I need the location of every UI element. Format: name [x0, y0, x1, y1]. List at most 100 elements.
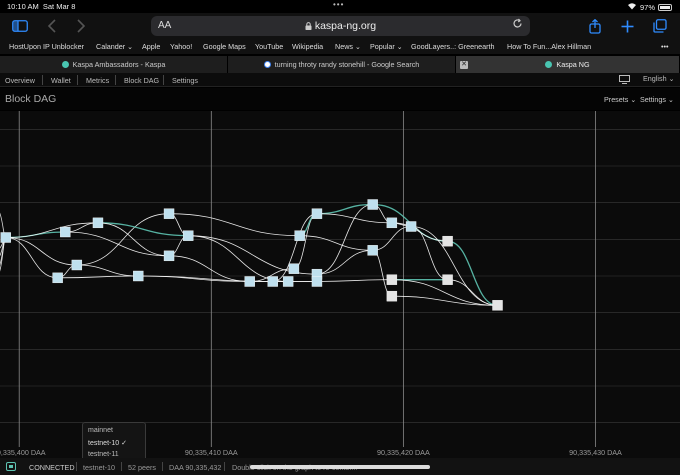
settings-menu[interactable]: Settings ⌄ [640, 95, 674, 104]
bookmarks-bar: HostUpon IP Unblocker Calander ⌄ Apple Y… [0, 39, 680, 54]
peer-count: 52 peers [128, 463, 156, 472]
network-option-testnet-11[interactable]: testnet-11 [88, 451, 119, 458]
close-tab-icon[interactable]: ✕ [460, 60, 468, 69]
dag-block[interactable] [311, 208, 323, 219]
dag-edge [76, 264, 139, 277]
nav-wallet[interactable]: Wallet [51, 76, 71, 85]
bookmarks-more-button[interactable]: ••• [661, 42, 669, 51]
dag-block[interactable] [267, 276, 278, 287]
status-right: 97% [627, 2, 672, 12]
dag-edge [316, 213, 392, 224]
dag-block[interactable] [244, 276, 255, 287]
nav-divider [115, 75, 116, 85]
footer-divider [224, 462, 225, 471]
language-select[interactable]: English ⌄ [643, 74, 675, 83]
sidebar-icon[interactable] [11, 17, 29, 35]
forward-icon[interactable] [72, 17, 90, 35]
dag-edge [65, 231, 170, 257]
dag-block[interactable] [183, 230, 194, 241]
bookmark-item[interactable]: Popular ⌄ [370, 42, 403, 51]
connection-status: CONNECTED [29, 463, 75, 472]
tab-google-search[interactable]: turning throty randy stonehill - Google … [228, 56, 456, 73]
tab-kaspa-ng[interactable]: ✕ Kaspa NG [456, 56, 680, 73]
dag-block[interactable] [163, 250, 175, 262]
nav-settings[interactable]: Settings [172, 76, 198, 85]
tab-kaspa-ambassadors[interactable]: Kaspa Ambassadors - Kaspa [0, 56, 228, 73]
dag-edge [372, 249, 393, 297]
home-indicator[interactable] [250, 465, 430, 469]
nav-divider [163, 75, 164, 85]
dag-block[interactable] [133, 270, 144, 282]
google-favicon-icon [263, 61, 271, 68]
dag-edge [299, 235, 373, 251]
dag-block[interactable] [442, 235, 453, 247]
nav-overview[interactable]: Overview [5, 76, 35, 85]
dag-block[interactable] [92, 217, 104, 229]
dag-block[interactable] [52, 272, 63, 284]
bookmark-item[interactable]: HostUpon IP Unblocker [9, 42, 84, 51]
lock-icon [305, 22, 312, 30]
nav-metrics[interactable]: Metrics [86, 76, 109, 85]
dag-block[interactable] [367, 199, 378, 210]
bookmark-item[interactable]: Yahoo! [170, 42, 192, 51]
dag-block[interactable] [386, 217, 398, 229]
tabs-icon[interactable] [651, 17, 669, 35]
browser-toolbar: AA kaspa-ng.org [0, 13, 680, 39]
dag-edge-accent [316, 203, 373, 215]
network-option-testnet-10[interactable]: testnet-10 ✓ [88, 439, 127, 447]
x-tick-label: 90,335,420 DAA [377, 448, 430, 457]
wifi-icon [627, 2, 637, 12]
footer-divider [162, 462, 163, 471]
dag-block[interactable] [60, 226, 71, 238]
dag-block[interactable] [405, 221, 417, 232]
nav-block-dag[interactable]: Block DAG [124, 76, 159, 85]
bookmark-item[interactable]: GoodLayers..: Greenearth [411, 42, 495, 51]
dag-block[interactable] [367, 245, 378, 256]
dag-block[interactable] [0, 232, 11, 243]
nav-divider [42, 75, 43, 85]
dag-block[interactable] [386, 274, 398, 285]
bookmark-item[interactable]: Apple [142, 42, 160, 51]
back-icon[interactable] [42, 17, 60, 35]
bookmark-item[interactable]: Calander ⌄ [96, 42, 133, 51]
dag-block[interactable] [71, 259, 83, 271]
bookmark-item[interactable]: YouTube [255, 42, 283, 51]
dag-canvas[interactable]: 90,335,400 DAA 90,335,410 DAA 90,335,420 D… [0, 111, 680, 458]
battery-percent: 97% [639, 2, 655, 12]
nav-divider [77, 75, 78, 85]
monitor-icon[interactable] [619, 75, 630, 86]
battery-icon [658, 3, 672, 11]
bookmark-item[interactable]: Google Maps [203, 42, 246, 51]
kaspa-favicon-icon [61, 61, 69, 68]
bookmark-item[interactable]: News ⌄ [335, 42, 361, 51]
dag-block[interactable] [288, 263, 300, 274]
x-tick-label: 90,335,400 DAA [0, 448, 46, 457]
address-bar[interactable]: AA kaspa-ng.org [151, 16, 530, 36]
block-dag-graph[interactable]: 90,335,400 DAA 90,335,410 DAA 90,335,420 D… [0, 111, 680, 458]
network-selector[interactable]: testnet-10 [83, 463, 115, 472]
dag-block[interactable] [163, 208, 175, 219]
multitask-dots[interactable]: ••• [333, 0, 344, 9]
dag-edge [5, 237, 77, 266]
presets-menu[interactable]: Presets ⌄ [604, 95, 636, 104]
x-tick-label: 90,335,410 DAA [185, 448, 238, 457]
reload-icon[interactable] [512, 18, 523, 32]
bookmark-item[interactable]: Wikipedia [292, 42, 323, 51]
dag-block[interactable] [386, 290, 398, 302]
dag-block[interactable] [442, 274, 453, 285]
dag-edge [316, 249, 373, 275]
daa-score: DAA 90,335,432 [169, 463, 222, 472]
dag-edge [0, 237, 7, 272]
dag-block[interactable] [492, 300, 503, 311]
dag-block[interactable] [311, 276, 323, 287]
network-option-mainnet[interactable]: mainnet [88, 427, 113, 434]
url-text[interactable]: kaspa-ng.org [151, 20, 530, 32]
status-time: 10:10 AM Sat Mar 8 [7, 2, 76, 11]
bookmark-item[interactable]: How To Fun...Alex Hillman [507, 42, 591, 51]
share-icon[interactable] [586, 17, 604, 35]
status-bar: 10:10 AM Sat Mar 8 ••• 97% [0, 0, 680, 13]
dag-block[interactable] [294, 230, 305, 241]
footer-divider [121, 462, 122, 471]
dag-block[interactable] [282, 276, 294, 287]
new-tab-icon[interactable] [618, 17, 636, 35]
